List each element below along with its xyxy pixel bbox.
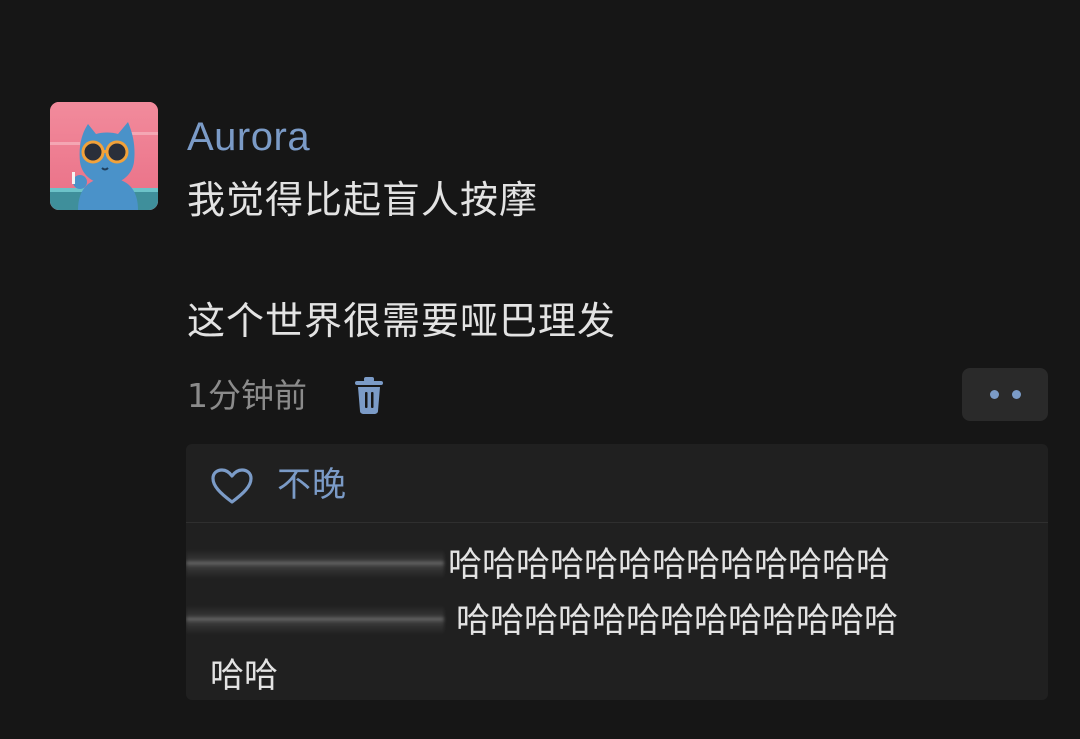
redacted-text — [186, 549, 444, 579]
reply-text-line: 哈哈哈哈哈哈哈哈哈哈哈哈哈 — [456, 601, 898, 641]
post-text-line: 这个世界很需要哑巴理发 — [187, 299, 617, 343]
redacted-text — [186, 605, 444, 635]
reply-text-line: 哈哈哈哈哈哈哈哈哈哈哈哈哈 — [448, 545, 890, 585]
reply-text-line: 哈哈 — [210, 656, 278, 696]
heart-outline-icon[interactable] — [210, 467, 254, 505]
likes-row: 不晚 — [186, 444, 1048, 522]
reply-item: 哈哈哈哈哈哈哈哈哈哈哈哈哈 哈哈哈哈哈哈哈哈哈哈哈哈哈 哈哈 — [186, 523, 1048, 700]
post-timestamp: 1分钟前 — [187, 376, 307, 415]
avatar[interactable] — [50, 102, 158, 210]
more-dots-icon — [1011, 390, 1021, 399]
likes-replies-panel: 不晚 哈哈哈哈哈哈哈哈哈哈哈哈哈 哈哈哈哈哈哈哈哈哈哈哈哈哈 哈哈 — [186, 444, 1048, 700]
more-dots-icon — [989, 390, 999, 399]
cat-avatar-image — [50, 102, 158, 210]
trash-icon[interactable] — [352, 375, 386, 415]
more-options-button[interactable] — [962, 368, 1048, 421]
liker-name[interactable]: 不晚 — [277, 464, 347, 506]
comment-screen: Aurora 我觉得比起盲人按摩 这个世界很需要哑巴理发 1分钟前 不晚 哈哈哈… — [0, 0, 1080, 739]
post-text-line: 我觉得比起盲人按摩 — [187, 178, 539, 222]
author-name[interactable]: Aurora — [187, 113, 310, 161]
